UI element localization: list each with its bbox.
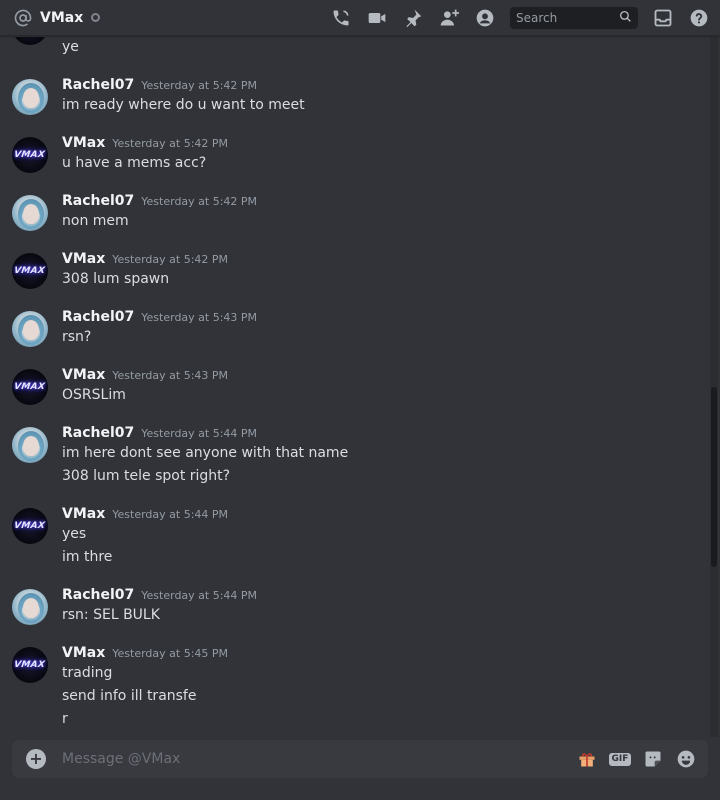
message-text: send info ill transfe [62,688,197,704]
message-header: Rachel07 Yesterday at 5:44 PM [62,425,257,441]
message-group: VMAX ye [0,37,700,69]
message-text: 308 lum tele spot right? [62,468,231,484]
message-text: rsn? [62,329,92,345]
avatar[interactable] [12,195,48,231]
timestamp: Yesterday at 5:44 PM [141,589,258,602]
author-name[interactable]: Rachel07 [62,77,134,93]
emoji-icon[interactable] [674,747,698,771]
gif-label: GIF [608,752,632,766]
avatar[interactable]: VMAX [12,369,48,405]
avatar-logo: VMAX [13,382,47,392]
voice-call-icon[interactable] [330,7,352,29]
channel-header: VMax Search [0,0,720,36]
author-name[interactable]: Rachel07 [62,193,134,209]
message-header: Rachel07 Yesterday at 5:44 PM [62,587,257,603]
avatar[interactable]: VMAX [12,137,48,173]
message-text: r [62,711,68,727]
message-header: Rachel07 Yesterday at 5:43 PM [62,309,257,325]
timestamp: Yesterday at 5:44 PM [141,427,258,440]
timestamp: Yesterday at 5:42 PM [112,137,229,150]
avatar[interactable] [12,79,48,115]
message-text: im thre [62,549,113,565]
search-box[interactable]: Search [510,6,638,29]
avatar[interactable]: VMAX [12,508,48,544]
pin-icon[interactable] [402,7,424,29]
timestamp: Yesterday at 5:43 PM [112,369,229,382]
add-friend-icon[interactable] [438,7,460,29]
header-title: VMax [40,9,84,26]
message-header: VMax Yesterday at 5:45 PM [62,645,228,661]
help-icon[interactable] [688,7,710,29]
message-input[interactable] [62,751,566,767]
avatar[interactable] [12,311,48,347]
message-group: VMAX VMax Yesterday at 5:45 PM trading s… [0,645,700,737]
message-text: trading [62,665,113,681]
author-name[interactable]: VMax [62,251,105,267]
scrollbar-thumb[interactable] [711,387,717,567]
avatar[interactable] [12,427,48,463]
avatar-logo: VMAX [13,660,47,670]
avatar[interactable]: VMAX [12,647,48,683]
message-list[interactable]: VMAX ye Rachel07 Yesterday at 5:42 PM im… [0,37,710,737]
message-header: VMax Yesterday at 5:43 PM [62,367,228,383]
author-name[interactable]: VMax [62,506,105,522]
inbox-icon[interactable] [652,7,674,29]
search-icon [619,10,632,26]
at-icon [14,9,32,27]
timestamp: Yesterday at 5:44 PM [112,508,229,521]
timestamp: Yesterday at 5:42 PM [141,195,258,208]
add-attachment-icon[interactable]: + [26,749,46,769]
message-group: VMAX VMax Yesterday at 5:43 PM OSRSLim [0,367,700,417]
message-text: yes [62,526,87,542]
timestamp: Yesterday at 5:43 PM [141,311,258,324]
video-call-icon[interactable] [366,7,388,29]
message-group: Rachel07 Yesterday at 5:42 PM im ready w… [0,77,700,127]
message-text: OSRSLim [62,387,126,403]
author-name[interactable]: Rachel07 [62,309,134,325]
message-text: im ready where do u want to meet [62,97,305,113]
message-group: Rachel07 Yesterday at 5:43 PM rsn? [0,309,700,359]
message-text: ye [62,39,79,55]
avatar-logo: VMAX [13,266,47,276]
avatar[interactable]: VMAX [12,253,48,289]
message-text: rsn: SEL BULK [62,607,160,623]
message-header: Rachel07 Yesterday at 5:42 PM [62,193,257,209]
avatar-logo: VMAX [13,521,47,531]
sticker-icon[interactable] [641,747,665,771]
timestamp: Yesterday at 5:42 PM [112,253,229,266]
message-text: u have a mems acc? [62,155,207,171]
message-header: VMax Yesterday at 5:42 PM [62,135,228,151]
gif-button[interactable]: GIF [608,747,632,771]
message-group: Rachel07 Yesterday at 5:44 PM im here do… [0,425,700,497]
avatar[interactable]: VMAX [12,37,48,45]
message-group: VMAX VMax Yesterday at 5:42 PM u have a … [0,135,700,185]
message-group: Rachel07 Yesterday at 5:42 PM non mem [0,193,700,243]
author-name[interactable]: VMax [62,367,105,383]
search-placeholder: Search [516,10,558,25]
status-dot [91,13,101,22]
message-text: 308 lum spawn [62,271,170,287]
avatar-logo: VMAX [13,150,47,160]
message-header: VMax Yesterday at 5:44 PM [62,506,228,522]
timestamp: Yesterday at 5:45 PM [112,647,229,660]
message-group: Rachel07 Yesterday at 5:44 PM rsn: SEL B… [0,587,700,637]
message-group: VMAX VMax Yesterday at 5:42 PM 308 lum s… [0,251,700,301]
message-text: im here dont see anyone with that name [62,445,349,461]
message-composer: + GIF [12,740,708,778]
timestamp: Yesterday at 5:42 PM [141,79,258,92]
author-name[interactable]: VMax [62,135,105,151]
author-name[interactable]: Rachel07 [62,587,134,603]
gift-icon[interactable] [575,747,599,771]
scrollbar-track[interactable] [710,37,718,737]
message-header: VMax Yesterday at 5:42 PM [62,251,228,267]
avatar[interactable] [12,589,48,625]
message-text: non mem [62,213,129,229]
message-group: VMAX VMax Yesterday at 5:44 PM yes im th… [0,506,700,578]
profile-icon[interactable] [474,7,496,29]
author-name[interactable]: Rachel07 [62,425,134,441]
author-name[interactable]: VMax [62,645,105,661]
message-header: Rachel07 Yesterday at 5:42 PM [62,77,257,93]
